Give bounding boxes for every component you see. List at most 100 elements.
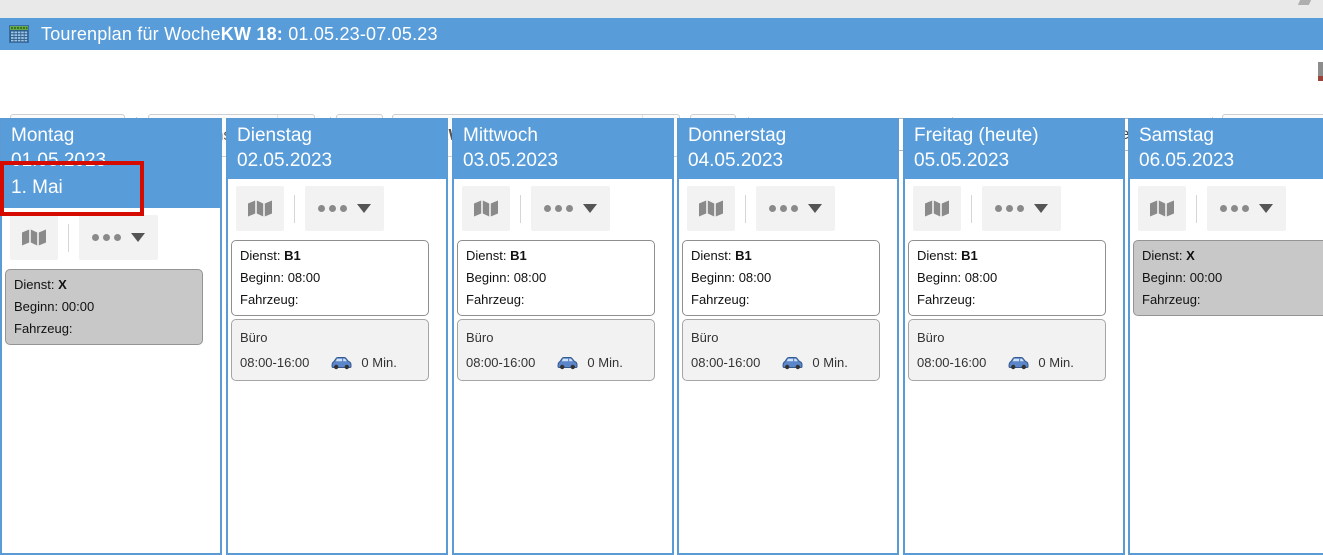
annotation-rectangle [0,161,144,216]
fahrzeug-line: Fahrzeug: [691,289,871,311]
day-column-header: Freitag (heute) 05.05.2023 [905,120,1123,179]
map-icon [924,200,950,217]
car-icon [1007,356,1029,370]
dienst-line: Dienst: B1 [240,245,420,267]
chevron-down-icon [357,204,371,213]
buero-drive-minutes: 0 Min. [1038,350,1073,375]
day-name: Donnerstag [688,123,888,148]
more-actions-dropdown-button[interactable] [1207,186,1286,231]
dienst-card[interactable]: Dienst: XBeginn: 00:00Fahrzeug: [5,269,203,345]
mini-separator [520,195,521,223]
day-column-toolbar [462,186,672,231]
fahrzeug-line: Fahrzeug: [240,289,420,311]
map-button[interactable] [687,186,735,231]
chevron-down-icon [1259,204,1273,213]
day-name: Samstag [1139,123,1317,148]
day-column: Mittwoch 03.05.2023 Dienst: B1Beginn: 08… [452,118,674,555]
buero-time: 08:00-16:00 [240,350,309,375]
buero-time-row: 08:00-16:00 0 Min. [466,350,646,375]
dienst-value: B1 [510,248,527,263]
fahrzeug-line: Fahrzeug: [1142,289,1322,311]
day-column-header: Mittwoch 03.05.2023 [454,120,672,179]
dienst-value: B1 [735,248,752,263]
buero-time: 08:00-16:00 [691,350,760,375]
ellipsis-icon [995,205,1024,212]
dienst-line: Dienst: X [1142,245,1322,267]
beginn-line: Beginn: 08:00 [240,267,420,289]
map-button[interactable] [913,186,961,231]
car-icon [556,356,578,370]
dienst-card[interactable]: Dienst: B1Beginn: 08:00Fahrzeug: [682,240,880,316]
day-column-header: Samstag 06.05.2023 [1130,120,1323,179]
more-actions-dropdown-button[interactable] [305,186,384,231]
dienst-line: Dienst: B1 [691,245,871,267]
dienst-line: Dienst: X [14,274,194,296]
buero-drive-minutes: 0 Min. [587,350,622,375]
day-date: 04.05.2023 [688,148,888,173]
more-actions-dropdown-button[interactable] [79,215,158,260]
map-button[interactable] [236,186,284,231]
day-date: 02.05.2023 [237,148,437,173]
day-column-header: Donnerstag 04.05.2023 [679,120,897,179]
page-title-prefix: Tourenplan für Woche [41,24,221,45]
buero-time: 08:00-16:00 [917,350,986,375]
car-icon [330,356,352,370]
more-actions-dropdown-button[interactable] [756,186,835,231]
clipped-toolbar-icon [1318,62,1323,81]
dienst-value: B1 [284,248,301,263]
car-icon [1007,356,1029,370]
buero-time-row: 08:00-16:00 0 Min. [691,350,871,375]
map-icon [473,200,499,217]
car-icon [556,356,578,370]
map-button[interactable] [462,186,510,231]
buero-time: 08:00-16:00 [466,350,535,375]
map-button[interactable] [10,215,58,260]
dienst-card[interactable]: Dienst: B1Beginn: 08:00Fahrzeug: [231,240,429,316]
buero-title: Büro [691,325,871,350]
buero-card[interactable]: Büro08:00-16:00 0 Min. [682,319,880,381]
map-icon [21,229,47,246]
buero-title: Büro [917,325,1097,350]
day-column: Samstag 06.05.2023 Dienst: XBeginn: 00:0… [1128,118,1323,555]
buero-card[interactable]: Büro08:00-16:00 0 Min. [908,319,1106,381]
fahrzeug-line: Fahrzeug: [917,289,1097,311]
day-name: Mittwoch [463,123,663,148]
ellipsis-icon [318,205,347,212]
toolbar: Ändern Wochensicht KW 18: 01.05.23-07 [0,50,1323,116]
beginn-line: Beginn: 08:00 [691,267,871,289]
day-column-toolbar [687,186,897,231]
mini-separator [294,195,295,223]
more-actions-dropdown-button[interactable] [531,186,610,231]
beginn-line: Beginn: 00:00 [1142,267,1322,289]
day-column: Dienstag 02.05.2023 Dienst: B1Beginn: 08… [226,118,448,555]
car-icon [781,356,803,370]
beginn-line: Beginn: 08:00 [917,267,1097,289]
buero-card[interactable]: Büro08:00-16:00 0 Min. [231,319,429,381]
dienst-value: X [1186,248,1195,263]
tourenplan-table-icon [9,25,30,43]
fahrzeug-line: Fahrzeug: [14,318,194,340]
buero-time-row: 08:00-16:00 0 Min. [917,350,1097,375]
beginn-line: Beginn: 08:00 [466,267,646,289]
buero-card[interactable]: Büro08:00-16:00 0 Min. [457,319,655,381]
dienst-card[interactable]: Dienst: B1Beginn: 08:00Fahrzeug: [457,240,655,316]
chevron-down-icon [1034,204,1048,213]
day-column-toolbar [913,186,1123,231]
buero-drive-minutes: 0 Min. [812,350,847,375]
day-name: Freitag (heute) [914,123,1114,148]
day-date: 03.05.2023 [463,148,663,173]
day-date: 06.05.2023 [1139,148,1317,173]
car-icon [330,356,352,370]
map-icon [1149,200,1175,217]
chevron-down-icon [808,204,822,213]
map-button[interactable] [1138,186,1186,231]
day-column-toolbar [1138,186,1323,231]
window-control-partial-icon [1298,0,1311,5]
dienst-card[interactable]: Dienst: XBeginn: 00:00Fahrzeug: [1133,240,1323,316]
dienst-card[interactable]: Dienst: B1Beginn: 08:00Fahrzeug: [908,240,1106,316]
mini-separator [971,195,972,223]
more-actions-dropdown-button[interactable] [982,186,1061,231]
beginn-line: Beginn: 00:00 [14,296,194,318]
title-bar: Tourenplan für Woche KW 18: 01.05.23-07.… [0,18,1323,50]
ellipsis-icon [544,205,573,212]
